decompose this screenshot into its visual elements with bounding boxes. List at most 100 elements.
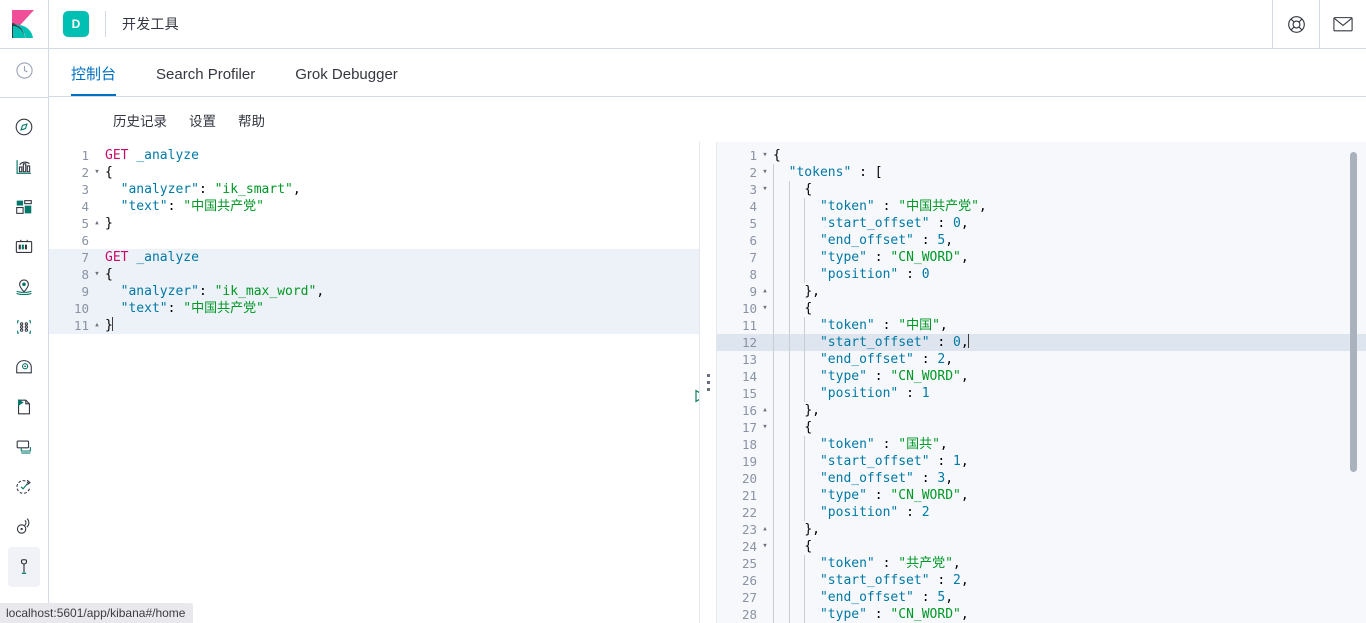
token-num: 0 <box>953 335 961 350</box>
code-line[interactable]: 13 "end_offset" : 2, <box>717 351 1366 368</box>
code-line[interactable]: 18 "token" : "国共", <box>717 436 1366 453</box>
code-line[interactable]: 16 ▴ }, <box>717 402 1366 419</box>
code-line[interactable]: 9 "analyzer": "ik_max_word", <box>49 283 699 300</box>
submenu-help[interactable]: 帮助 <box>238 110 265 130</box>
token-key: "end_offset" <box>819 471 914 486</box>
code-line[interactable]: 15 "position" : 1 <box>717 385 1366 402</box>
fold-up-icon[interactable]: ▴ <box>759 521 771 538</box>
code-line[interactable]: 4 "text": "中国共产党" <box>49 198 699 215</box>
code-line[interactable]: 11 "token" : "中国", <box>717 317 1366 334</box>
code-line[interactable]: 2 ▾ "tokens" : [ <box>717 164 1366 181</box>
sidebar-item-infrastructure[interactable] <box>8 347 40 387</box>
token-punc: , <box>960 573 969 588</box>
code-line[interactable]: 1 GET _analyze <box>49 147 699 164</box>
tab-search-profiler[interactable]: Search Profiler <box>156 67 255 96</box>
token-key: "start_offset" <box>819 573 930 588</box>
code-line[interactable]: 21 "type" : "CN_WORD", <box>717 487 1366 504</box>
help-button[interactable] <box>1272 0 1319 48</box>
code-line[interactable]: 17 ▾ { <box>717 419 1366 436</box>
code-line[interactable]: 8 "position" : 0 <box>717 266 1366 283</box>
code-line[interactable]: 6 "end_offset" : 5, <box>717 232 1366 249</box>
fold-up-icon[interactable]: ▴ <box>91 215 103 232</box>
sidebar-item-machine-learning[interactable] <box>8 307 40 347</box>
code-line[interactable]: 26 "start_offset" : 2, <box>717 572 1366 589</box>
main-content: 控制台 Search Profiler Grok Debugger 历史记录 设… <box>49 49 1366 623</box>
response-vertical-scrollbar[interactable] <box>1350 152 1357 472</box>
code-line[interactable]: 1 ▾ { <box>717 147 1366 164</box>
code-line[interactable]: 12 "start_offset" : 0, <box>717 334 1366 351</box>
sidebar-item-visualize[interactable] <box>8 147 40 187</box>
sidebar-item-recently-viewed[interactable] <box>0 49 48 98</box>
code-text: { <box>773 300 1366 317</box>
code-line[interactable]: 7 GET _analyze <box>49 249 699 266</box>
code-line[interactable]: 11 ▴} <box>49 317 699 334</box>
tab-console[interactable]: 控制台 <box>71 67 117 96</box>
line-number: 16 ▴ <box>717 402 768 419</box>
token-key: "type" <box>819 488 867 503</box>
fold-down-icon[interactable]: ▾ <box>759 181 771 198</box>
code-line[interactable]: 10 "text": "中国共产党" <box>49 300 699 317</box>
tab-grok-debugger[interactable]: Grok Debugger <box>295 67 398 96</box>
code-line[interactable]: 8 ▾ { <box>49 266 699 283</box>
sidebar-item-canvas[interactable] <box>8 227 40 267</box>
code-line[interactable]: 22 "position" : 2 <box>717 504 1366 521</box>
token-strg: "共产党" <box>898 556 953 571</box>
indent-guide <box>788 334 790 351</box>
sidebar-item-logs[interactable] <box>8 387 40 427</box>
fold-down-icon[interactable]: ▾ <box>759 300 771 317</box>
code-line[interactable]: 27 "end_offset" : 5, <box>717 589 1366 606</box>
code-line[interactable]: 5 ▴} <box>49 215 699 232</box>
kibana-home-button[interactable] <box>0 0 49 48</box>
code-line[interactable]: 3 ▾ { <box>717 181 1366 198</box>
code-line[interactable]: 2 ▾ { <box>49 164 699 181</box>
sidebar-item-maps[interactable] <box>8 267 40 307</box>
token-punc: : <box>874 318 899 333</box>
sidebar-item-discover[interactable] <box>8 107 40 147</box>
newsfeed-button[interactable] <box>1319 0 1366 48</box>
code-line[interactable]: 20 "end_offset" : 3, <box>717 470 1366 487</box>
code-line[interactable]: 3 "analyzer": "ik_smart", <box>49 181 699 198</box>
request-editor[interactable]: 1 GET _analyze 2 ▾ {3 "analyzer": "ik_smart"… <box>49 142 700 623</box>
code-line[interactable]: 19 "start_offset" : 1, <box>717 453 1366 470</box>
submenu-history[interactable]: 历史记录 <box>113 110 167 130</box>
code-line[interactable]: 10 ▾ { <box>717 300 1366 317</box>
fold-down-icon[interactable]: ▾ <box>759 419 771 436</box>
fold-down-icon[interactable]: ▾ <box>91 164 103 181</box>
token-punc: { <box>105 267 113 282</box>
code-line[interactable]: 14 "type" : "CN_WORD", <box>717 368 1366 385</box>
siem-icon <box>14 517 34 537</box>
token-key: "analyzer" <box>120 284 199 299</box>
token-punc: { <box>804 539 813 554</box>
fold-up-icon[interactable]: ▴ <box>91 317 103 334</box>
fold-down-icon[interactable]: ▾ <box>759 164 771 181</box>
sidebar-item-siem[interactable] <box>8 507 40 547</box>
sidebar-item-uptime[interactable] <box>8 467 40 507</box>
code-line[interactable]: 9 ▴ }, <box>717 283 1366 300</box>
response-editor[interactable]: 1 ▾{2 ▾ "tokens" : [3 ▾ {4 "token" : "中国共产党… <box>716 142 1366 623</box>
code-line[interactable]: 25 "token" : "共产党", <box>717 555 1366 572</box>
fold-up-icon[interactable]: ▴ <box>759 283 771 300</box>
code-line[interactable]: 6 <box>49 232 699 249</box>
indent-guide <box>788 232 790 249</box>
sidebar-item-dev-tools[interactable] <box>8 547 40 587</box>
indent-guide <box>804 453 806 470</box>
code-line[interactable]: 24 ▾ { <box>717 538 1366 555</box>
fold-down-icon[interactable]: ▾ <box>759 147 771 164</box>
sidebar-item-dashboard[interactable] <box>8 187 40 227</box>
code-line[interactable]: 5 "start_offset" : 0, <box>717 215 1366 232</box>
fold-up-icon[interactable]: ▴ <box>759 402 771 419</box>
token-punc: , <box>978 199 987 214</box>
sidebar-item-apm[interactable] <box>8 427 40 467</box>
pane-splitter[interactable] <box>700 142 716 623</box>
submenu-settings[interactable]: 设置 <box>189 110 216 130</box>
code-line[interactable]: 28 "type" : "CN_WORD", <box>717 606 1366 623</box>
code-line[interactable]: 7 "type" : "CN_WORD", <box>717 249 1366 266</box>
code-text: "analyzer": "ik_smart", <box>105 181 699 198</box>
app-badge[interactable]: D <box>63 11 89 37</box>
code-line[interactable]: 23 ▴ }, <box>717 521 1366 538</box>
fold-down-icon[interactable]: ▾ <box>759 538 771 555</box>
fold-down-icon[interactable]: ▾ <box>91 266 103 283</box>
code-line[interactable]: 4 "token" : "中国共产党", <box>717 198 1366 215</box>
